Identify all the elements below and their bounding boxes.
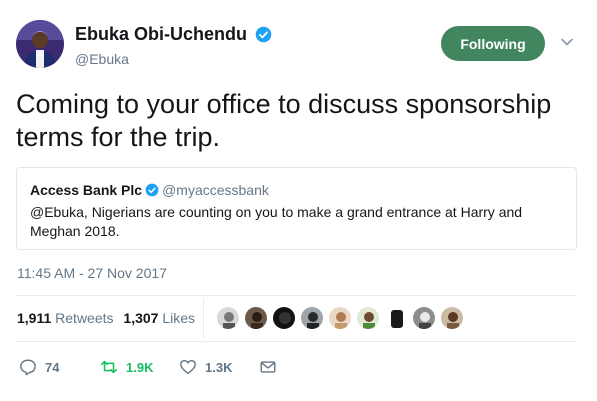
likes-label: Likes: [162, 310, 196, 326]
verified-badge-icon: [256, 26, 272, 43]
liker-avatar[interactable]: [328, 306, 352, 330]
liker-avatar[interactable]: [244, 306, 268, 330]
likes-count: 1,307: [123, 310, 159, 326]
verified-badge-icon: [145, 183, 159, 197]
reply-count: 74: [45, 359, 60, 375]
author-handle[interactable]: @Ebuka: [75, 51, 272, 67]
retweets-label: Retweets: [55, 310, 114, 326]
tweet-header: Ebuka Obi-Uchendu @Ebuka Following: [16, 20, 581, 72]
author-display-name[interactable]: Ebuka Obi-Uchendu: [75, 24, 247, 45]
retweets-count: 1,911: [17, 310, 52, 326]
like-icon: [180, 359, 196, 375]
liker-avatar[interactable]: [356, 306, 380, 330]
stats-separator: [203, 298, 204, 338]
reply-icon: [20, 359, 36, 376]
quoted-display-name[interactable]: Access Bank Plc: [30, 182, 142, 198]
liker-avatar[interactable]: [384, 306, 408, 330]
liker-avatar[interactable]: [216, 306, 240, 330]
retweet-count: 1.9K: [126, 359, 154, 375]
liker-avatar[interactable]: [300, 306, 324, 330]
tweet-text: Coming to your office to discuss sponsor…: [16, 89, 552, 152]
liker-avatar[interactable]: [440, 306, 464, 330]
reply-button[interactable]: 74: [19, 358, 59, 376]
retweet-icon: [101, 360, 117, 374]
liker-avatar[interactable]: [272, 306, 296, 330]
direct-message-button[interactable]: [259, 358, 277, 376]
retweet-button[interactable]: 1.9K: [100, 358, 153, 376]
tweet-stats: 1,911 Retweets 1,307 Likes: [17, 310, 195, 326]
following-button[interactable]: Following: [441, 26, 545, 61]
direct-message-icon: [260, 361, 276, 373]
author-avatar[interactable]: [16, 20, 64, 68]
caret-down-icon[interactable]: [559, 34, 575, 50]
quoted-tweet[interactable]: Access Bank Plc @myaccessbank @Ebuka, Ni…: [16, 167, 577, 250]
quoted-tweet-text: @Ebuka, Nigerians are counting on you to…: [30, 204, 523, 239]
like-count: 1.3K: [205, 359, 233, 375]
retweets-stat[interactable]: 1,911 Retweets: [17, 310, 114, 326]
quoted-tweet-header: Access Bank Plc @myaccessbank: [30, 182, 269, 198]
divider-bottom: [16, 341, 577, 342]
divider-top: [16, 295, 577, 296]
author-name-block: Ebuka Obi-Uchendu @Ebuka: [75, 24, 272, 67]
like-button[interactable]: 1.3K: [179, 358, 232, 376]
liker-avatar[interactable]: [412, 306, 436, 330]
likes-stat[interactable]: 1,307 Likes: [123, 310, 195, 326]
tweet-timestamp[interactable]: 11:45 AM - 27 Nov 2017: [17, 265, 167, 281]
quoted-handle[interactable]: @myaccessbank: [162, 182, 269, 198]
